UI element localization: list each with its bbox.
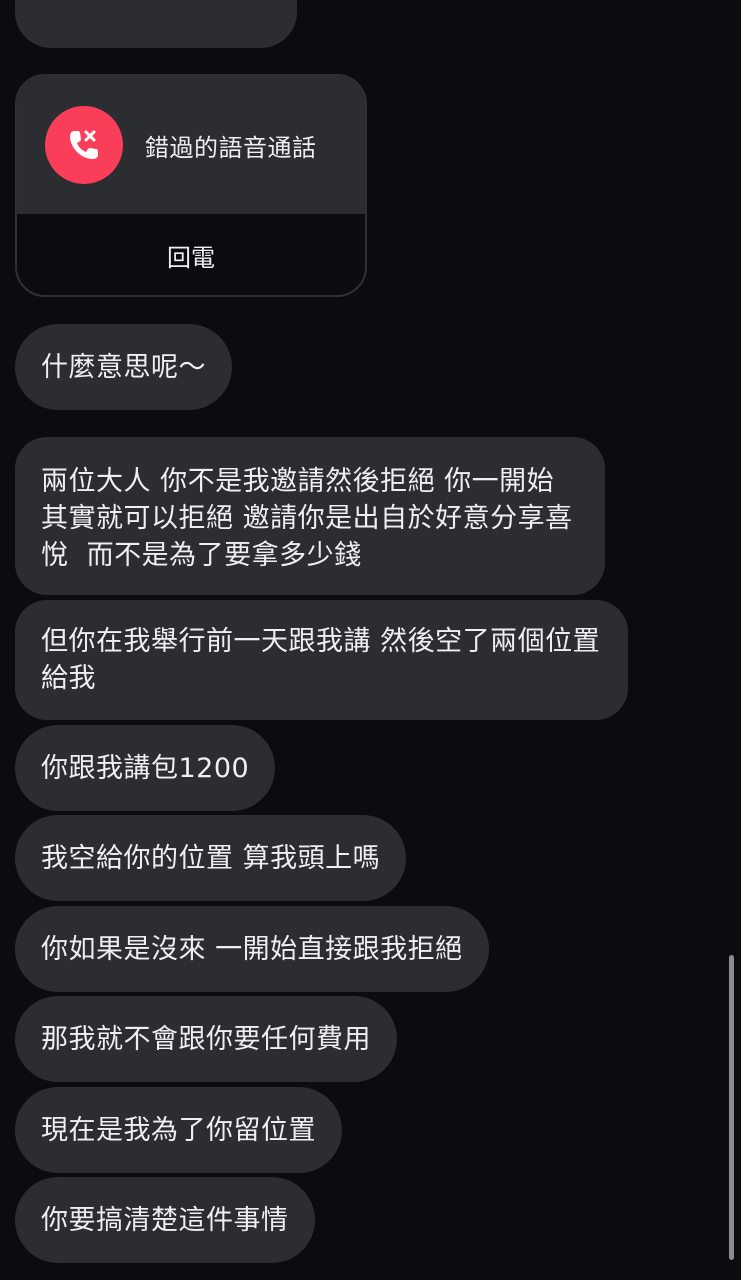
previous-message-bubble[interactable] <box>15 0 297 48</box>
chat-screen: 錯過的語音通話 回電 什麼意思呢～ 兩位大人 你不是我邀請然後拒絕 你一開始其實… <box>0 0 741 1280</box>
message-bubble[interactable]: 那我就不會跟你要任何費用 <box>15 996 397 1082</box>
phone-missed-icon <box>45 106 123 184</box>
scrollbar[interactable] <box>729 955 734 1260</box>
message-bubble[interactable]: 現在是我為了你留位置 <box>15 1087 342 1173</box>
message-bubble[interactable]: 但你在我舉行前一天跟我講 然後空了兩個位置給我 <box>15 600 628 720</box>
missed-call-card[interactable]: 錯過的語音通話 回電 <box>15 74 367 297</box>
missed-call-header: 錯過的語音通話 <box>17 76 365 214</box>
message-bubble[interactable]: 你跟我講包1200 <box>15 725 276 811</box>
call-back-button[interactable]: 回電 <box>17 214 365 295</box>
message-bubble[interactable]: 你如果是沒來 一開始直接跟我拒絕 <box>15 906 489 992</box>
message-bubble[interactable]: 你要搞清楚這件事情 <box>15 1177 315 1263</box>
message-bubble[interactable]: 我空給你的位置 算我頭上嗎 <box>15 815 407 901</box>
message-bubble[interactable]: 兩位大人 你不是我邀請然後拒絕 你一開始其實就可以拒絕 邀請你是出自於好意分享喜… <box>15 437 605 595</box>
message-bubble[interactable]: 什麼意思呢～ <box>15 324 232 410</box>
missed-call-title: 錯過的語音通話 <box>145 133 317 162</box>
